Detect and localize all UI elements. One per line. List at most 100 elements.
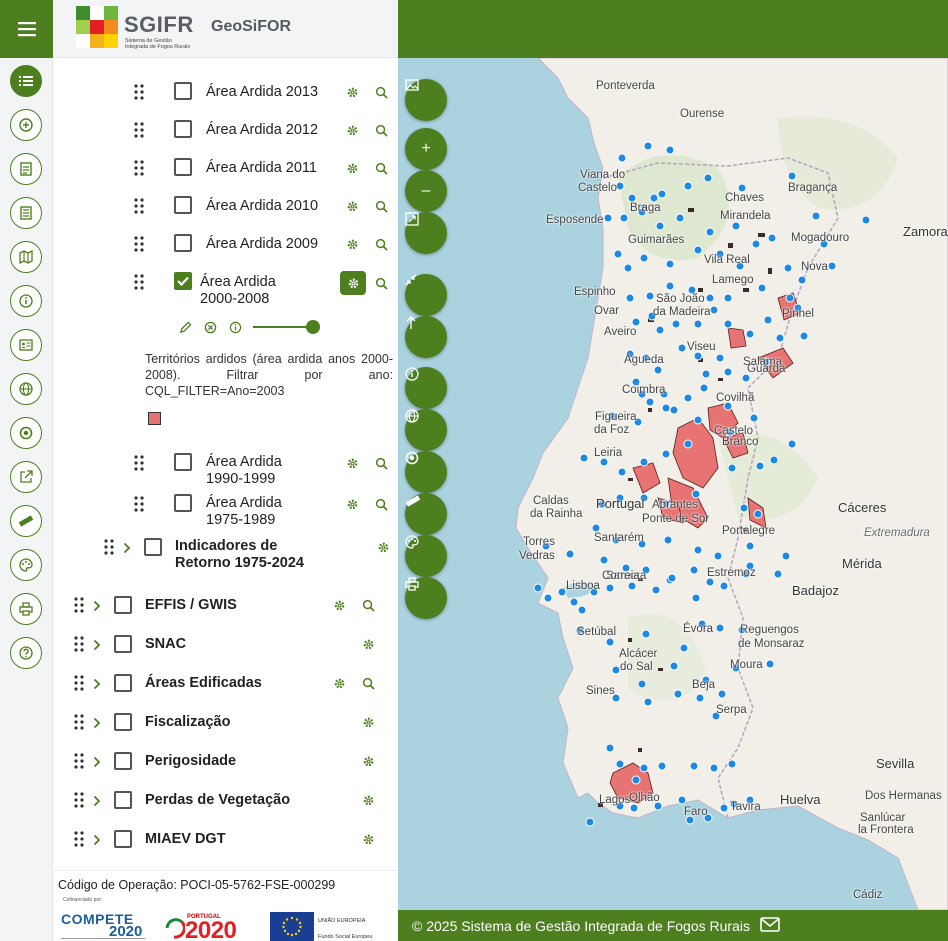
- station-point[interactable]: [649, 193, 659, 203]
- station-point[interactable]: [713, 551, 723, 561]
- map-measure-button[interactable]: [405, 493, 447, 535]
- station-point[interactable]: [769, 455, 779, 465]
- station-point[interactable]: [661, 449, 671, 459]
- drag-handle[interactable]: [134, 236, 144, 252]
- station-point[interactable]: [719, 803, 729, 813]
- expand-button[interactable]: [93, 755, 103, 769]
- station-point[interactable]: [723, 293, 733, 303]
- station-point[interactable]: [645, 397, 655, 407]
- layer-checkbox[interactable]: [174, 120, 192, 138]
- station-point[interactable]: [811, 211, 821, 221]
- station-point[interactable]: [705, 577, 715, 587]
- station-point[interactable]: [605, 743, 615, 753]
- station-point[interactable]: [639, 763, 649, 773]
- station-point[interactable]: [665, 259, 675, 269]
- station-point[interactable]: [629, 803, 639, 813]
- station-point[interactable]: [719, 581, 729, 591]
- station-point[interactable]: [605, 637, 615, 647]
- group-settings-button[interactable]: [360, 714, 376, 730]
- info-button[interactable]: [10, 285, 42, 317]
- layer-settings-button[interactable]: [344, 122, 360, 138]
- station-point[interactable]: [631, 317, 641, 327]
- group-checkbox[interactable]: [114, 830, 132, 848]
- station-point[interactable]: [739, 503, 749, 513]
- station-point[interactable]: [727, 759, 737, 769]
- station-point[interactable]: [655, 221, 665, 231]
- station-point[interactable]: [657, 189, 667, 199]
- station-point[interactable]: [745, 329, 755, 339]
- station-point[interactable]: [631, 775, 641, 785]
- station-point[interactable]: [653, 365, 663, 375]
- map-style-button[interactable]: [405, 535, 447, 577]
- drag-handle[interactable]: [74, 597, 84, 613]
- export-button[interactable]: [10, 461, 42, 493]
- group-settings-button[interactable]: [360, 753, 376, 769]
- station-point[interactable]: [767, 233, 777, 243]
- group-checkbox[interactable]: [114, 674, 132, 692]
- station-point[interactable]: [715, 353, 725, 363]
- map-view[interactable]: Ponteverda Ourense Viana do Castelo Braga Esp…: [398, 58, 948, 910]
- station-point[interactable]: [755, 461, 765, 471]
- map-image-button[interactable]: [405, 79, 447, 121]
- station-point[interactable]: [693, 245, 703, 255]
- station-point[interactable]: [783, 263, 793, 273]
- expand-button[interactable]: [93, 638, 103, 652]
- globe-button[interactable]: [10, 373, 42, 405]
- station-point[interactable]: [639, 253, 649, 263]
- station-point[interactable]: [709, 305, 719, 315]
- station-point[interactable]: [693, 351, 703, 361]
- layer-zoom-button[interactable]: [373, 198, 389, 214]
- station-point[interactable]: [611, 665, 621, 675]
- station-point[interactable]: [695, 693, 705, 703]
- drag-handle[interactable]: [74, 714, 84, 730]
- drag-handle-icon[interactable]: [134, 274, 144, 290]
- station-point[interactable]: [705, 227, 715, 237]
- station-point[interactable]: [677, 795, 687, 805]
- station-point[interactable]: [683, 181, 693, 191]
- station-point[interactable]: [773, 569, 783, 579]
- station-point[interactable]: [599, 555, 609, 565]
- station-point[interactable]: [781, 551, 791, 561]
- group-settings-button[interactable]: [331, 597, 347, 613]
- station-point[interactable]: [557, 587, 567, 597]
- station-point[interactable]: [751, 239, 761, 249]
- station-point[interactable]: [693, 319, 703, 329]
- zoom-extent-button[interactable]: [405, 212, 447, 254]
- station-point[interactable]: [665, 281, 675, 291]
- add-layer-button[interactable]: [10, 109, 42, 141]
- report-button[interactable]: [10, 197, 42, 229]
- drag-handle[interactable]: [74, 636, 84, 652]
- station-point[interactable]: [655, 325, 665, 335]
- station-point[interactable]: [639, 457, 649, 467]
- map-canvas[interactable]: [398, 58, 948, 910]
- station-point[interactable]: [543, 593, 553, 603]
- station-point[interactable]: [701, 369, 711, 379]
- layer-checkbox[interactable]: [174, 453, 192, 471]
- collapse-button[interactable]: [405, 274, 447, 316]
- layer-settings-button-active[interactable]: [340, 271, 366, 295]
- layer-settings-button[interactable]: [344, 84, 360, 100]
- station-point[interactable]: [745, 541, 755, 551]
- station-point[interactable]: [643, 141, 653, 151]
- station-point[interactable]: [667, 573, 677, 583]
- station-point[interactable]: [689, 565, 699, 575]
- station-point[interactable]: [619, 213, 629, 223]
- layer-settings-button[interactable]: [344, 236, 360, 252]
- group-settings-button[interactable]: [360, 636, 376, 652]
- drag-handle[interactable]: [134, 122, 144, 138]
- drag-handle[interactable]: [74, 831, 84, 847]
- station-point[interactable]: [599, 457, 609, 467]
- layer-settings-button[interactable]: [344, 198, 360, 214]
- map-info-button[interactable]: [405, 367, 447, 409]
- station-point[interactable]: [723, 367, 733, 377]
- station-point[interactable]: [673, 689, 683, 699]
- station-point[interactable]: [637, 679, 647, 689]
- expand-button[interactable]: [93, 794, 103, 808]
- station-point[interactable]: [753, 509, 763, 519]
- station-point[interactable]: [797, 275, 807, 285]
- station-point[interactable]: [693, 415, 703, 425]
- expand-button[interactable]: [93, 833, 103, 847]
- station-point[interactable]: [763, 315, 773, 325]
- station-point[interactable]: [861, 215, 871, 225]
- station-point[interactable]: [787, 171, 797, 181]
